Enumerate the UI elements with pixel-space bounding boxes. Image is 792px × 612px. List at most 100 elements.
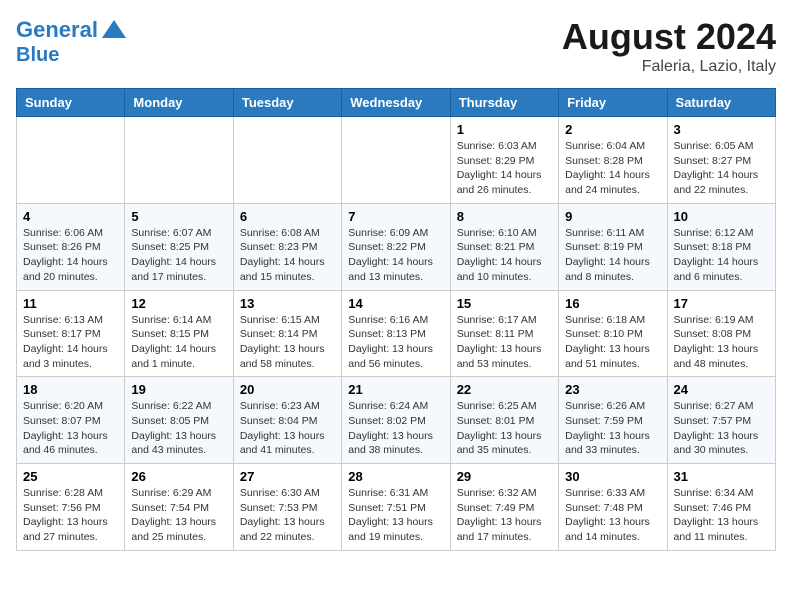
day-cell: 1Sunrise: 6:03 AMSunset: 8:29 PMDaylight…	[450, 117, 558, 204]
location: Faleria, Lazio, Italy	[562, 58, 776, 76]
day-info: Sunrise: 6:04 AMSunset: 8:28 PMDaylight:…	[565, 139, 660, 198]
day-info: Sunrise: 6:33 AMSunset: 7:48 PMDaylight:…	[565, 486, 660, 545]
day-number: 9	[565, 209, 660, 224]
day-number: 19	[131, 382, 226, 397]
day-cell: 13Sunrise: 6:15 AMSunset: 8:14 PMDayligh…	[233, 290, 341, 377]
day-info: Sunrise: 6:23 AMSunset: 8:04 PMDaylight:…	[240, 399, 335, 458]
day-cell: 3 Sunrise: 6:05 AMSunset: 8:27 PMDaylight…	[667, 117, 775, 204]
day-cell: 16 Sunrise: 6:18 AMSunset: 8:10 PMDayligh…	[559, 290, 667, 377]
day-cell: 6 Sunrise: 6:08 AMSunset: 8:23 PMDaylight…	[233, 203, 341, 290]
day-number: 10	[674, 209, 769, 224]
day-number: 12	[131, 296, 226, 311]
day-header-friday: Friday	[559, 89, 667, 117]
day-info: Sunrise: 6:24 AMSunset: 8:02 PMDaylight:…	[348, 399, 443, 458]
day-number: 17	[674, 296, 769, 311]
day-number: 28	[348, 469, 443, 484]
logo: General Blue	[16, 16, 128, 66]
day-info: Sunrise: 6:29 AMSunset: 7:54 PMDaylight:…	[131, 486, 226, 545]
day-cell: 4 Sunrise: 6:06 AMSunset: 8:26 PMDaylight…	[17, 203, 125, 290]
day-cell: 27Sunrise: 6:30 AMSunset: 7:53 PMDayligh…	[233, 464, 341, 551]
day-cell: 28 Sunrise: 6:31 AMSunset: 7:51 PMDayligh…	[342, 464, 450, 551]
day-header-tuesday: Tuesday	[233, 89, 341, 117]
day-info: Sunrise: 6:13 AMSunset: 8:17 PMDaylight:…	[23, 313, 118, 372]
day-number: 15	[457, 296, 552, 311]
day-number: 23	[565, 382, 660, 397]
day-header-wednesday: Wednesday	[342, 89, 450, 117]
day-number: 18	[23, 382, 118, 397]
day-info: Sunrise: 6:25 AMSunset: 8:01 PMDaylight:…	[457, 399, 552, 458]
day-cell	[342, 117, 450, 204]
month-year: August 2024	[562, 16, 776, 58]
day-number: 21	[348, 382, 443, 397]
day-number: 27	[240, 469, 335, 484]
day-headers: SundayMondayTuesdayWednesdayThursdayFrid…	[17, 89, 776, 117]
day-cell: 29Sunrise: 6:32 AMSunset: 7:49 PMDayligh…	[450, 464, 558, 551]
header: General Blue August 2024 Faleria, Lazio,…	[16, 16, 776, 76]
day-info: Sunrise: 6:31 AMSunset: 7:51 PMDaylight:…	[348, 486, 443, 545]
day-number: 3	[674, 122, 769, 137]
day-number: 24	[674, 382, 769, 397]
day-cell: 7 Sunrise: 6:09 AMSunset: 8:22 PMDaylight…	[342, 203, 450, 290]
day-header-saturday: Saturday	[667, 89, 775, 117]
day-number: 20	[240, 382, 335, 397]
day-info: Sunrise: 6:34 AMSunset: 7:46 PMDaylight:…	[674, 486, 769, 545]
day-info: Sunrise: 6:18 AMSunset: 8:10 PMDaylight:…	[565, 313, 660, 372]
day-info: Sunrise: 6:10 AMSunset: 8:21 PMDaylight:…	[457, 226, 552, 285]
day-info: Sunrise: 6:22 AMSunset: 8:05 PMDaylight:…	[131, 399, 226, 458]
day-header-monday: Monday	[125, 89, 233, 117]
day-info: Sunrise: 6:28 AMSunset: 7:56 PMDaylight:…	[23, 486, 118, 545]
week-row: 11 Sunrise: 6:13 AMSunset: 8:17 PMDayligh…	[17, 290, 776, 377]
day-info: Sunrise: 6:14 AMSunset: 8:15 PMDaylight:…	[131, 313, 226, 372]
day-cell: 8 Sunrise: 6:10 AMSunset: 8:21 PMDaylight…	[450, 203, 558, 290]
day-number: 5	[131, 209, 226, 224]
day-number: 14	[348, 296, 443, 311]
day-number: 4	[23, 209, 118, 224]
day-cell: 14 Sunrise: 6:16 AMSunset: 8:13 PMDayligh…	[342, 290, 450, 377]
calendar: SundayMondayTuesdayWednesdayThursdayFrid…	[16, 88, 776, 551]
day-number: 6	[240, 209, 335, 224]
logo-text: General	[16, 18, 98, 42]
day-header-sunday: Sunday	[17, 89, 125, 117]
day-info: Sunrise: 6:32 AMSunset: 7:49 PMDaylight:…	[457, 486, 552, 545]
day-info: Sunrise: 6:15 AMSunset: 8:14 PMDaylight:…	[240, 313, 335, 372]
day-info: Sunrise: 6:03 AMSunset: 8:29 PMDaylight:…	[457, 139, 552, 198]
day-cell: 2Sunrise: 6:04 AMSunset: 8:28 PMDaylight…	[559, 117, 667, 204]
day-info: Sunrise: 6:05 AMSunset: 8:27 PMDaylight:…	[674, 139, 769, 198]
day-cell: 25 Sunrise: 6:28 AMSunset: 7:56 PMDayligh…	[17, 464, 125, 551]
day-header-thursday: Thursday	[450, 89, 558, 117]
day-info: Sunrise: 6:06 AMSunset: 8:26 PMDaylight:…	[23, 226, 118, 285]
day-cell	[125, 117, 233, 204]
day-number: 7	[348, 209, 443, 224]
day-cell: 12 Sunrise: 6:14 AMSunset: 8:15 PMDayligh…	[125, 290, 233, 377]
title-block: August 2024 Faleria, Lazio, Italy	[562, 16, 776, 76]
day-cell: 11 Sunrise: 6:13 AMSunset: 8:17 PMDayligh…	[17, 290, 125, 377]
day-cell: 22Sunrise: 6:25 AMSunset: 8:01 PMDayligh…	[450, 377, 558, 464]
day-cell: 31Sunrise: 6:34 AMSunset: 7:46 PMDayligh…	[667, 464, 775, 551]
logo-icon	[100, 16, 128, 44]
day-info: Sunrise: 6:08 AMSunset: 8:23 PMDaylight:…	[240, 226, 335, 285]
day-cell: 15 Sunrise: 6:17 AMSunset: 8:11 PMDayligh…	[450, 290, 558, 377]
day-number: 26	[131, 469, 226, 484]
day-info: Sunrise: 6:16 AMSunset: 8:13 PMDaylight:…	[348, 313, 443, 372]
logo-blue: Blue	[16, 44, 128, 66]
day-info: Sunrise: 6:12 AMSunset: 8:18 PMDaylight:…	[674, 226, 769, 285]
day-info: Sunrise: 6:27 AMSunset: 7:57 PMDaylight:…	[674, 399, 769, 458]
day-cell: 9Sunrise: 6:11 AMSunset: 8:19 PMDaylight…	[559, 203, 667, 290]
day-number: 8	[457, 209, 552, 224]
day-cell: 10 Sunrise: 6:12 AMSunset: 8:18 PMDayligh…	[667, 203, 775, 290]
day-number: 11	[23, 296, 118, 311]
week-row: 4 Sunrise: 6:06 AMSunset: 8:26 PMDaylight…	[17, 203, 776, 290]
day-info: Sunrise: 6:17 AMSunset: 8:11 PMDaylight:…	[457, 313, 552, 372]
week-row: 1Sunrise: 6:03 AMSunset: 8:29 PMDaylight…	[17, 117, 776, 204]
day-info: Sunrise: 6:26 AMSunset: 7:59 PMDaylight:…	[565, 399, 660, 458]
day-cell: 17 Sunrise: 6:19 AMSunset: 8:08 PMDayligh…	[667, 290, 775, 377]
day-number: 16	[565, 296, 660, 311]
day-cell: 5 Sunrise: 6:07 AMSunset: 8:25 PMDaylight…	[125, 203, 233, 290]
day-number: 25	[23, 469, 118, 484]
day-cell: 23 Sunrise: 6:26 AMSunset: 7:59 PMDayligh…	[559, 377, 667, 464]
day-info: Sunrise: 6:09 AMSunset: 8:22 PMDaylight:…	[348, 226, 443, 285]
day-info: Sunrise: 6:07 AMSunset: 8:25 PMDaylight:…	[131, 226, 226, 285]
day-info: Sunrise: 6:20 AMSunset: 8:07 PMDaylight:…	[23, 399, 118, 458]
day-cell: 21 Sunrise: 6:24 AMSunset: 8:02 PMDayligh…	[342, 377, 450, 464]
day-info: Sunrise: 6:19 AMSunset: 8:08 PMDaylight:…	[674, 313, 769, 372]
